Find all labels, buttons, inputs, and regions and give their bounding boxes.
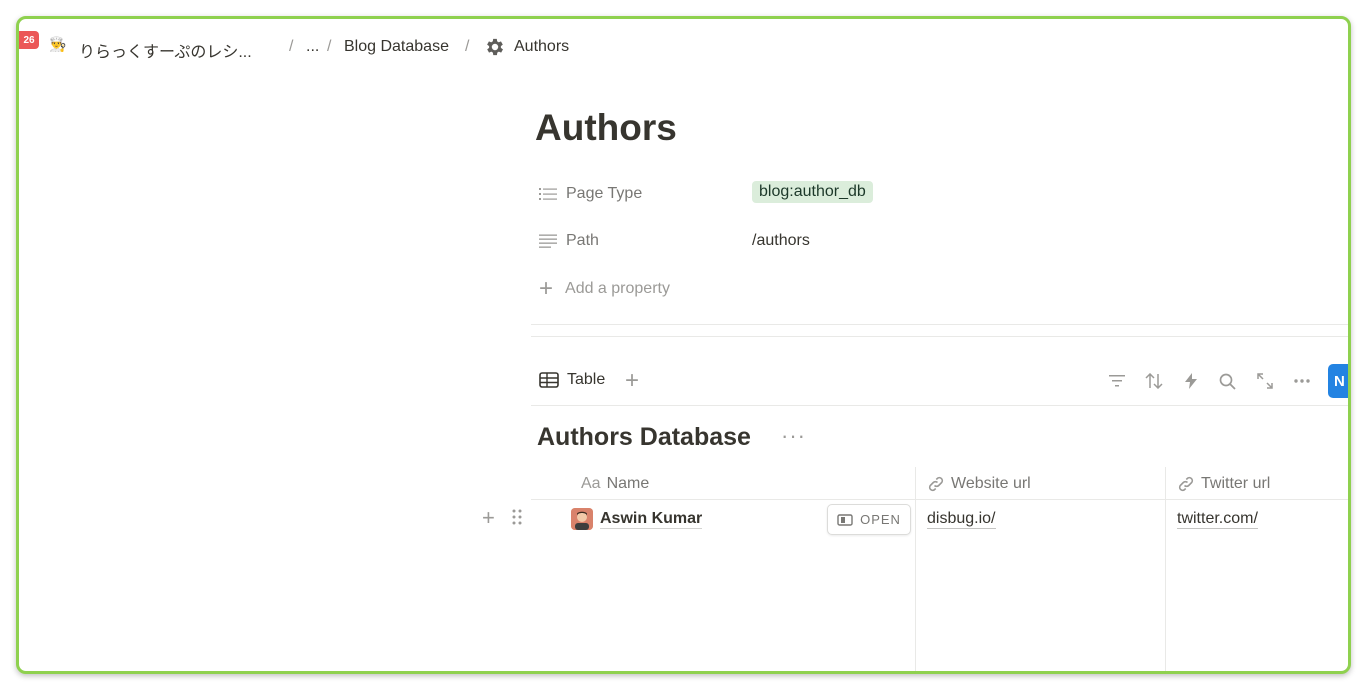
column-divider [915, 467, 916, 671]
side-peek-icon [837, 513, 853, 526]
tab-label: Table [567, 371, 606, 388]
divider [531, 336, 1348, 337]
column-divider [1165, 467, 1166, 671]
list-icon [539, 185, 557, 203]
avatar [571, 508, 593, 530]
column-label: Name [606, 475, 650, 492]
row-name[interactable]: Aswin Kumar [600, 509, 703, 529]
divider [531, 324, 1348, 325]
column-header-website[interactable]: Website url [927, 468, 1031, 500]
open-label: OPEN [860, 512, 901, 527]
breadcrumb-separator: / [465, 38, 470, 55]
link-icon [1177, 475, 1195, 493]
property-label: Path [566, 232, 599, 249]
workspace-emoji-icon: 👨‍🍳 [49, 36, 67, 52]
column-label: Twitter url [1201, 475, 1271, 492]
add-property-button[interactable]: + Add a property [539, 277, 670, 301]
text-type-icon: Aa [581, 475, 601, 492]
row-add-button[interactable]: + [482, 505, 495, 531]
tab-table[interactable]: Table [539, 371, 605, 389]
gear-icon [487, 38, 503, 56]
breadcrumb-parent[interactable]: Blog Database [344, 38, 449, 56]
open-button[interactable]: OPEN [827, 504, 911, 535]
breadcrumb-separator: / [327, 38, 332, 55]
add-property-label: Add a property [565, 280, 670, 297]
more-icon[interactable] [1283, 365, 1320, 397]
website-url-cell[interactable]: disbug.io/ [927, 509, 996, 529]
search-icon[interactable] [1209, 365, 1246, 397]
divider [531, 405, 1348, 406]
text-lines-icon [539, 232, 557, 250]
column-header-name[interactable]: Aa Name [581, 468, 649, 500]
new-button[interactable]: N [1328, 364, 1348, 398]
column-header-twitter[interactable]: Twitter url [1177, 468, 1270, 500]
page-title[interactable]: Authors [535, 107, 677, 149]
breadcrumb-separator: / [289, 38, 294, 55]
sort-icon[interactable] [1135, 365, 1172, 397]
filter-icon[interactable] [1098, 365, 1135, 397]
breadcrumb-current[interactable]: Authors [514, 38, 569, 56]
property-page-type[interactable]: Page Type [539, 181, 642, 207]
page-type-tag[interactable]: blog:author_db [752, 181, 873, 203]
app-window: 26 👨‍🍳 りらっくすーぷのレシ... / ... / Blog Databa… [16, 16, 1351, 674]
database-title[interactable]: Authors Database [537, 423, 751, 452]
link-icon [927, 475, 945, 493]
plus-icon: + [539, 275, 554, 302]
twitter-url-cell[interactable]: twitter.com/ [1177, 509, 1258, 529]
drag-handle-icon[interactable] [511, 508, 523, 526]
breadcrumb-ellipsis[interactable]: ... [306, 38, 319, 56]
table-header-border [531, 499, 1348, 500]
property-label: Page Type [566, 185, 643, 202]
property-path[interactable]: Path [539, 228, 599, 254]
table-icon [539, 372, 559, 388]
notification-badge[interactable]: 26 [19, 31, 39, 49]
view-toolbar: N [1098, 364, 1348, 398]
add-view-button[interactable]: + [625, 367, 639, 395]
automation-icon[interactable] [1172, 365, 1209, 397]
path-value[interactable]: /authors [752, 232, 810, 250]
column-label: Website url [951, 475, 1031, 492]
database-more-icon[interactable]: ··· [781, 423, 806, 449]
expand-icon[interactable] [1246, 365, 1283, 397]
breadcrumb-workspace[interactable]: りらっくすーぷのレシ... [79, 38, 252, 62]
